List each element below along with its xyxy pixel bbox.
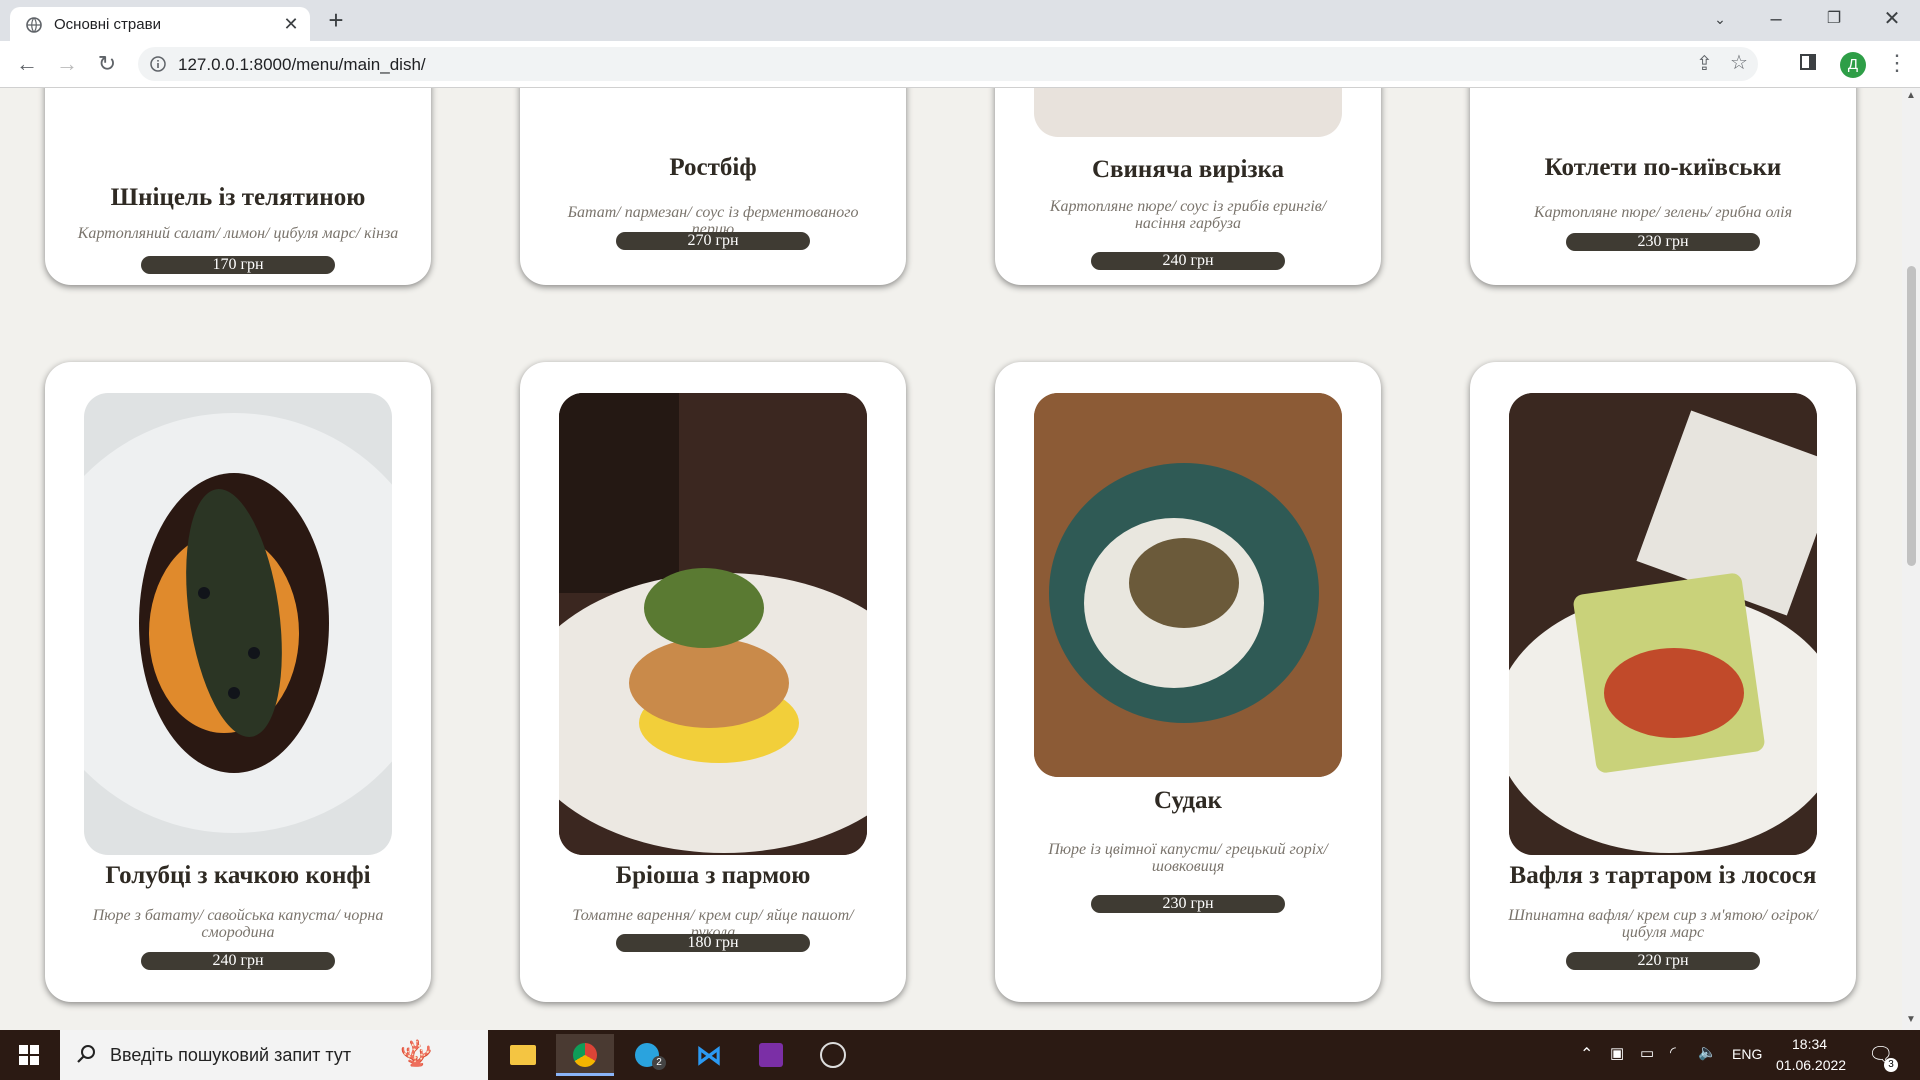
- file-explorer-icon[interactable]: [494, 1034, 552, 1076]
- clock-date[interactable]: 01.06.2022: [1776, 1057, 1846, 1073]
- clock-time[interactable]: 18:34: [1792, 1036, 1827, 1052]
- telegram-icon[interactable]: 2: [618, 1034, 676, 1076]
- share-icon[interactable]: ⇪: [1696, 51, 1713, 76]
- dish-photo: [1034, 88, 1342, 137]
- tab-search-chevron-icon[interactable]: ⌄: [1696, 0, 1744, 41]
- dish-card[interactable]: Свиняча вирізка Картопляне пюре/ соус із…: [995, 88, 1381, 285]
- dish-card[interactable]: Судак Пюре із цвітної капусти/ грецький …: [995, 362, 1381, 1002]
- scroll-down-arrow-icon[interactable]: ▼: [1905, 1014, 1917, 1025]
- device-icon[interactable]: ▣: [1610, 1044, 1624, 1062]
- dish-card[interactable]: Шніцель із телятиною Картопляний салат/ …: [45, 88, 431, 285]
- search-highlight-icon: 🪸: [400, 1038, 433, 1068]
- tab-close-icon[interactable]: ✕: [280, 13, 302, 35]
- dish-price: 180 грн: [616, 934, 810, 952]
- forward-arrow-icon[interactable]: →: [54, 51, 80, 77]
- windows-start-icon[interactable]: [19, 1045, 39, 1065]
- back-arrow-icon[interactable]: ←: [14, 51, 40, 77]
- browser-toolbar: ← → ↻ 127.0.0.1:8000/menu/main_dish/ ⇪ ☆…: [0, 41, 1920, 88]
- dish-description: Пюре з батату/ савойська капуста/ чорна …: [92, 907, 384, 941]
- dish-price: 270 грн: [616, 232, 810, 250]
- minimize-icon[interactable]: –: [1752, 0, 1800, 41]
- dish-card[interactable]: Голубці з качкою конфі Пюре з батату/ са…: [45, 362, 431, 1002]
- profile-avatar[interactable]: Д: [1840, 52, 1866, 78]
- scrollbar-thumb[interactable]: [1907, 266, 1916, 566]
- dish-description: Картопляне пюре/ зелень/ грибна олія: [1533, 204, 1793, 221]
- site-info-icon[interactable]: [150, 56, 166, 72]
- tray-chevron-icon[interactable]: ⌃: [1580, 1044, 1593, 1064]
- dish-card[interactable]: Ростбіф Батат/ пармезан/ соус із фермент…: [520, 88, 906, 285]
- dish-name: Котлети по-київськи: [1544, 154, 1782, 181]
- notification-count: 3: [1884, 1058, 1898, 1072]
- kebab-menu-icon[interactable]: ⋮: [1886, 50, 1908, 76]
- window-close-icon[interactable]: ✕: [1868, 0, 1916, 41]
- dish-name: Судак: [1154, 787, 1222, 814]
- dish-name: Ростбіф: [669, 154, 757, 181]
- windows-taskbar: Введіть пошуковий запит тут 🪸 2 ⋈ ⌃ ▣ ▭ …: [0, 1030, 1920, 1080]
- dish-description: Картопляний салат/ лимон/ цибуля марс/ к…: [77, 225, 399, 242]
- new-tab-plus-icon[interactable]: +: [322, 7, 350, 35]
- url-text: 127.0.0.1:8000/menu/main_dish/: [178, 55, 426, 74]
- side-panel-icon[interactable]: [1800, 54, 1816, 70]
- dish-name: Шніцель із телятиною: [110, 184, 366, 211]
- dish-photo: [1509, 393, 1817, 855]
- reload-icon[interactable]: ↻: [94, 51, 120, 77]
- dish-name: Вафля з тартаром із лосося: [1509, 862, 1817, 889]
- browser-tab-active[interactable]: Основні страви ✕: [10, 7, 310, 41]
- taskbar-search-box[interactable]: Введіть пошуковий запит тут 🪸: [60, 1030, 488, 1080]
- onenote-icon[interactable]: [742, 1034, 800, 1076]
- tab-strip: Основні страви ✕ + ⌄ – ❐ ✕: [0, 0, 1920, 41]
- dish-photo: [559, 393, 867, 855]
- dish-card[interactable]: Бріоша з пармою Томатне варення/ крем си…: [520, 362, 906, 1002]
- dish-name: Голубці з качкою конфі: [105, 862, 371, 889]
- search-icon: [77, 1045, 95, 1063]
- wifi-icon[interactable]: ◜: [1670, 1043, 1676, 1061]
- bookmark-star-icon[interactable]: ☆: [1730, 50, 1748, 75]
- dish-card[interactable]: Котлети по-київськи Картопляне пюре/ зел…: [1470, 88, 1856, 285]
- volume-icon[interactable]: 🔈: [1698, 1043, 1717, 1061]
- scroll-up-arrow-icon[interactable]: ▲: [1905, 90, 1917, 101]
- dish-description: Шпинатна вафля/ крем сир з м'ятою/ огіро…: [1508, 907, 1818, 941]
- dish-photo: [1034, 393, 1342, 777]
- globe-icon: [26, 17, 42, 33]
- battery-icon[interactable]: ▭: [1640, 1044, 1654, 1062]
- language-indicator[interactable]: ENG: [1732, 1046, 1762, 1062]
- page-scrollbar[interactable]: ▲ ▼: [1902, 88, 1920, 1030]
- dish-name: Бріоша з пармою: [615, 862, 811, 889]
- dish-price: 240 грн: [1091, 252, 1285, 270]
- search-placeholder: Введіть пошуковий запит тут: [110, 1045, 352, 1065]
- tab-title: Основні страви: [54, 16, 161, 33]
- dish-price: 230 грн: [1566, 233, 1760, 251]
- telegram-badge: 2: [652, 1056, 666, 1070]
- dish-price: 240 грн: [141, 952, 335, 970]
- vscode-icon[interactable]: ⋈: [680, 1034, 738, 1076]
- dish-price: 230 грн: [1091, 895, 1285, 913]
- dish-price: 170 грн: [141, 256, 335, 274]
- dish-price: 220 грн: [1566, 952, 1760, 970]
- dish-photo: [84, 393, 392, 855]
- chrome-icon[interactable]: [556, 1034, 614, 1076]
- restore-icon[interactable]: ❐: [1810, 0, 1858, 41]
- page-viewport: Шніцель із телятиною Картопляний салат/ …: [0, 88, 1902, 1030]
- obs-icon[interactable]: [804, 1034, 862, 1076]
- dish-description: Картопляне пюре/ соус із грибів ерингів/…: [1049, 198, 1327, 232]
- dish-card[interactable]: Вафля з тартаром із лосося Шпинатна вафл…: [1470, 362, 1856, 1002]
- dish-name: Свиняча вирізка: [1091, 156, 1285, 183]
- dish-description: Пюре із цвітної капусти/ грецький горіх/…: [1048, 841, 1328, 875]
- address-bar[interactable]: 127.0.0.1:8000/menu/main_dish/ ⇪ ☆: [138, 47, 1758, 81]
